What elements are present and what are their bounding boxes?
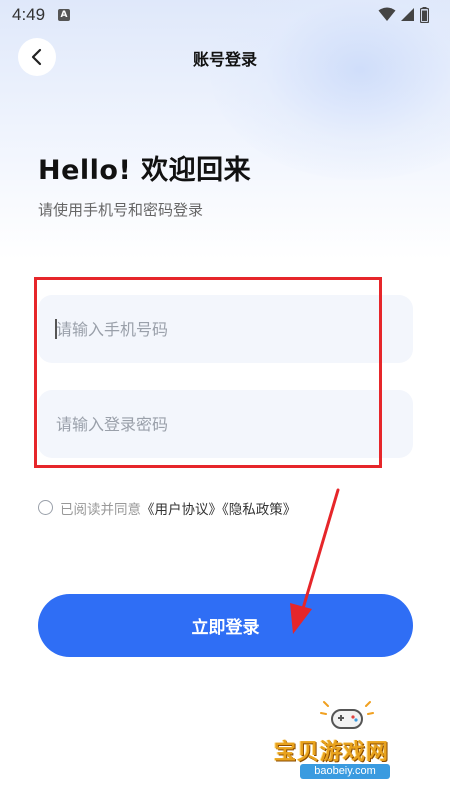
privacy-policy-link[interactable]: 《隐私政策》	[222, 502, 296, 518]
password-input-container	[38, 390, 413, 458]
login-screen: 4:49 A 账号登录 Hello! 欢迎回来 请使用手机号和密码登录 请输入手…	[0, 0, 450, 800]
phone-input-container	[38, 295, 413, 363]
agreement-checkbox[interactable]	[38, 500, 53, 515]
wifi-icon	[378, 7, 396, 21]
status-icons	[378, 7, 438, 23]
battery-icon	[420, 7, 429, 23]
watermark-url: baobeiy.com	[300, 764, 390, 779]
cellular-signal-icon	[401, 8, 414, 21]
watermark-logo: 宝贝游戏网 baobeiy.com	[268, 700, 428, 790]
greeting-title: Hello! 欢迎回来	[38, 155, 252, 186]
status-bar: 4:49 A	[0, 0, 450, 30]
greeting-subtitle: 请使用手机号和密码登录	[38, 201, 204, 219]
page-title: 账号登录	[192, 50, 257, 69]
status-time: 4:49	[12, 5, 46, 24]
password-input[interactable]	[56, 390, 396, 458]
gamepad-icon	[320, 701, 374, 729]
login-button[interactable]: 立即登录	[38, 594, 413, 657]
user-agreement-link[interactable]: 《用户协议》	[141, 502, 222, 518]
notification-app-icon: A	[58, 9, 70, 21]
agreement-prefix: 已阅读并同意	[60, 502, 141, 518]
agreement-text: 已阅读并同意《用户协议》《隐私政策》	[60, 498, 296, 518]
phone-input[interactable]	[56, 295, 396, 363]
watermark-name: 宝贝游戏网	[274, 740, 390, 765]
text-cursor	[55, 319, 57, 339]
